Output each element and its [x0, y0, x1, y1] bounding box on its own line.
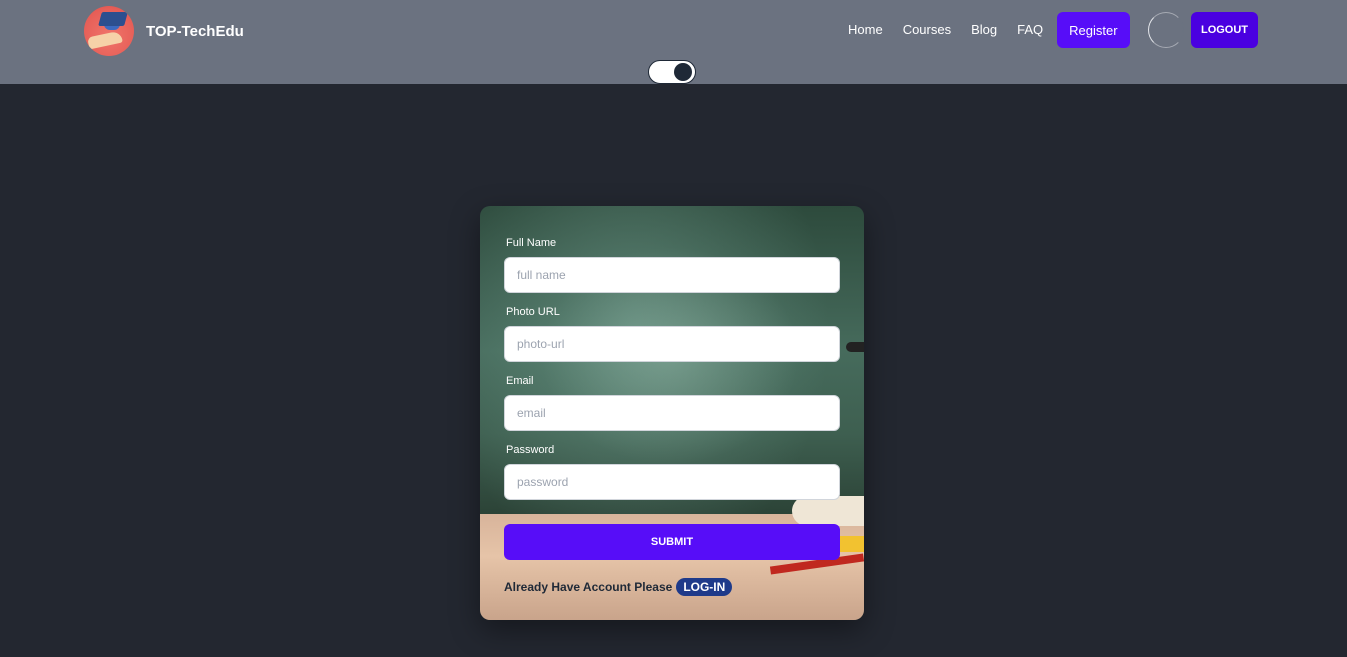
- nav-link-courses[interactable]: Courses: [893, 12, 961, 48]
- eraser-decoration: [846, 342, 864, 352]
- submit-button[interactable]: SUBMIT: [504, 524, 840, 560]
- nav-link-blog[interactable]: Blog: [961, 12, 1007, 48]
- brand[interactable]: TOP-TechEdu: [84, 6, 244, 56]
- full-name-input[interactable]: [504, 257, 840, 293]
- login-link[interactable]: LOG-IN: [676, 578, 733, 596]
- login-prompt: Already Have Account Please LOG-IN: [504, 578, 733, 596]
- nav-link-faq[interactable]: FAQ: [1007, 12, 1053, 48]
- password-input[interactable]: [504, 464, 840, 500]
- photo-url-label: Photo URL: [506, 306, 560, 318]
- nav-link-home[interactable]: Home: [838, 12, 893, 48]
- user-avatar[interactable]: [1148, 12, 1184, 48]
- logout-button[interactable]: LOGOUT: [1191, 12, 1258, 48]
- toggle-knob: [674, 63, 692, 81]
- login-prompt-text: Already Have Account Please: [504, 580, 673, 594]
- password-label: Password: [506, 444, 555, 456]
- register-button[interactable]: Register: [1057, 12, 1130, 48]
- graduation-cap-hand-icon: [84, 6, 134, 56]
- brand-name: TOP-TechEdu: [146, 22, 244, 40]
- theme-toggle[interactable]: [648, 60, 696, 84]
- photo-url-input[interactable]: [504, 326, 840, 362]
- email-input[interactable]: [504, 395, 840, 431]
- nav-links: Home Courses Blog FAQ Register: [838, 12, 1130, 48]
- register-card: Full Name Photo URL Email Password SUBMI…: [480, 206, 864, 620]
- scroll-decoration: [792, 496, 864, 526]
- full-name-label: Full Name: [506, 237, 557, 249]
- email-label: Email: [506, 375, 534, 387]
